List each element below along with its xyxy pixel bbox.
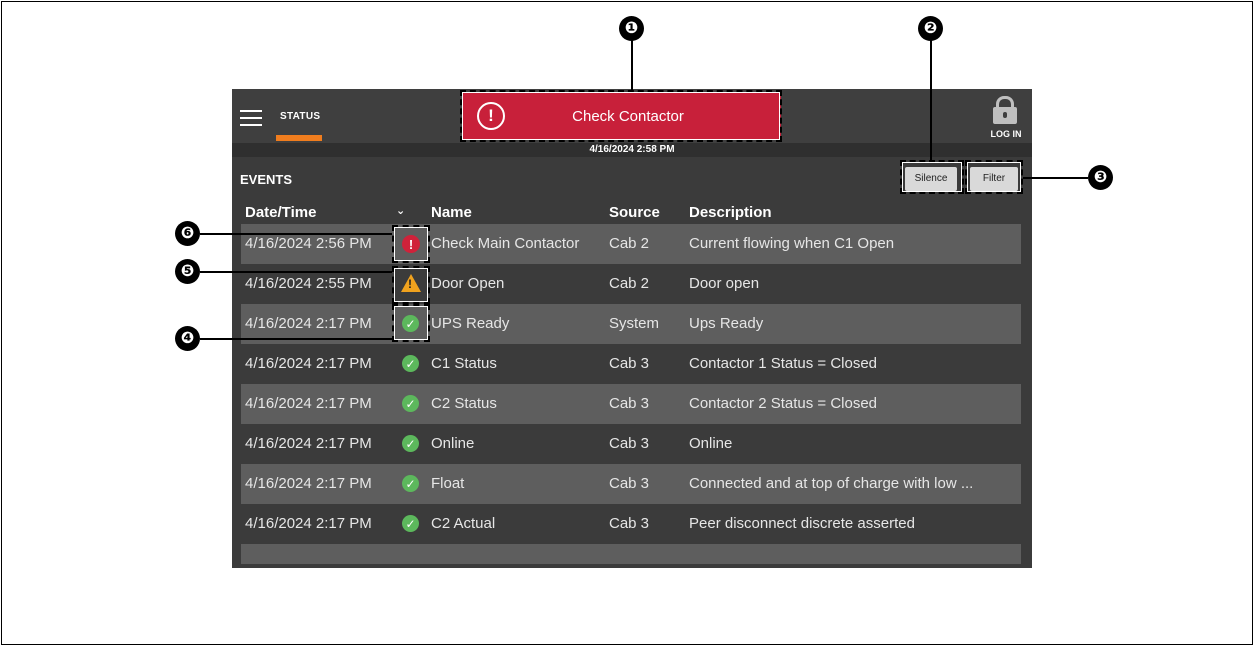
table-header: Date/Time ⌄ Name Source Description [241,202,1021,224]
hamburger-menu-icon[interactable] [240,110,262,126]
table-row[interactable]: 4/16/2024 2:17 PM ✓ C2 Actual Cab 3 Peer… [241,504,1021,544]
header-description[interactable]: Description [689,204,1019,221]
current-timestamp: 4/16/2024 2:58 PM [232,143,1032,157]
callout-box-1 [460,90,782,142]
table-row[interactable]: 4/16/2024 2:56 PM ! Check Main Contactor… [241,224,1021,264]
table-row[interactable]: 4/16/2024 2:17 PM ✓ C1 Status Cab 3 Cont… [241,344,1021,384]
table-row[interactable]: 4/16/2024 2:55 PM ! Door Open Cab 2 Door… [241,264,1021,304]
table-row[interactable]: 4/16/2024 2:17 PM ✓ Online Cab 3 Online [241,424,1021,464]
callout-2: ❷ [918,16,943,41]
login-button[interactable]: LOG IN [984,93,1024,139]
events-title: EVENTS [240,172,293,187]
check-icon: ✓ [402,355,419,372]
header-source[interactable]: Source [609,204,660,221]
header-name[interactable]: Name [431,204,472,221]
callout-box-2 [900,160,964,194]
callout-box-5 [392,266,430,304]
login-label: LOG IN [990,129,1022,139]
table-row-partial[interactable] [241,544,1021,564]
table-row[interactable]: 4/16/2024 2:17 PM ✓ C2 Status Cab 3 Cont… [241,384,1021,424]
nav-status-tab[interactable]: STATUS [280,111,320,122]
check-icon: ✓ [402,395,419,412]
check-icon: ✓ [402,515,419,532]
callout-box-3 [965,160,1023,194]
callout-1: ❶ [619,16,644,41]
callout-5: ❺ [175,259,200,284]
check-icon: ✓ [402,475,419,492]
events-table: Date/Time ⌄ Name Source Description 4/16… [241,202,1021,564]
table-row[interactable]: 4/16/2024 2:17 PM ✓ Float Cab 3 Connecte… [241,464,1021,504]
sort-chevron-icon[interactable]: ⌄ [396,204,405,217]
callout-box-4 [392,304,430,342]
callout-4: ❹ [175,326,200,351]
check-icon: ✓ [402,435,419,452]
header-datetime[interactable]: Date/Time [245,204,316,221]
callout-3: ❸ [1088,165,1113,190]
callout-box-6 [392,225,430,263]
active-tab-indicator [276,135,322,141]
callout-6: ❻ [175,221,200,246]
